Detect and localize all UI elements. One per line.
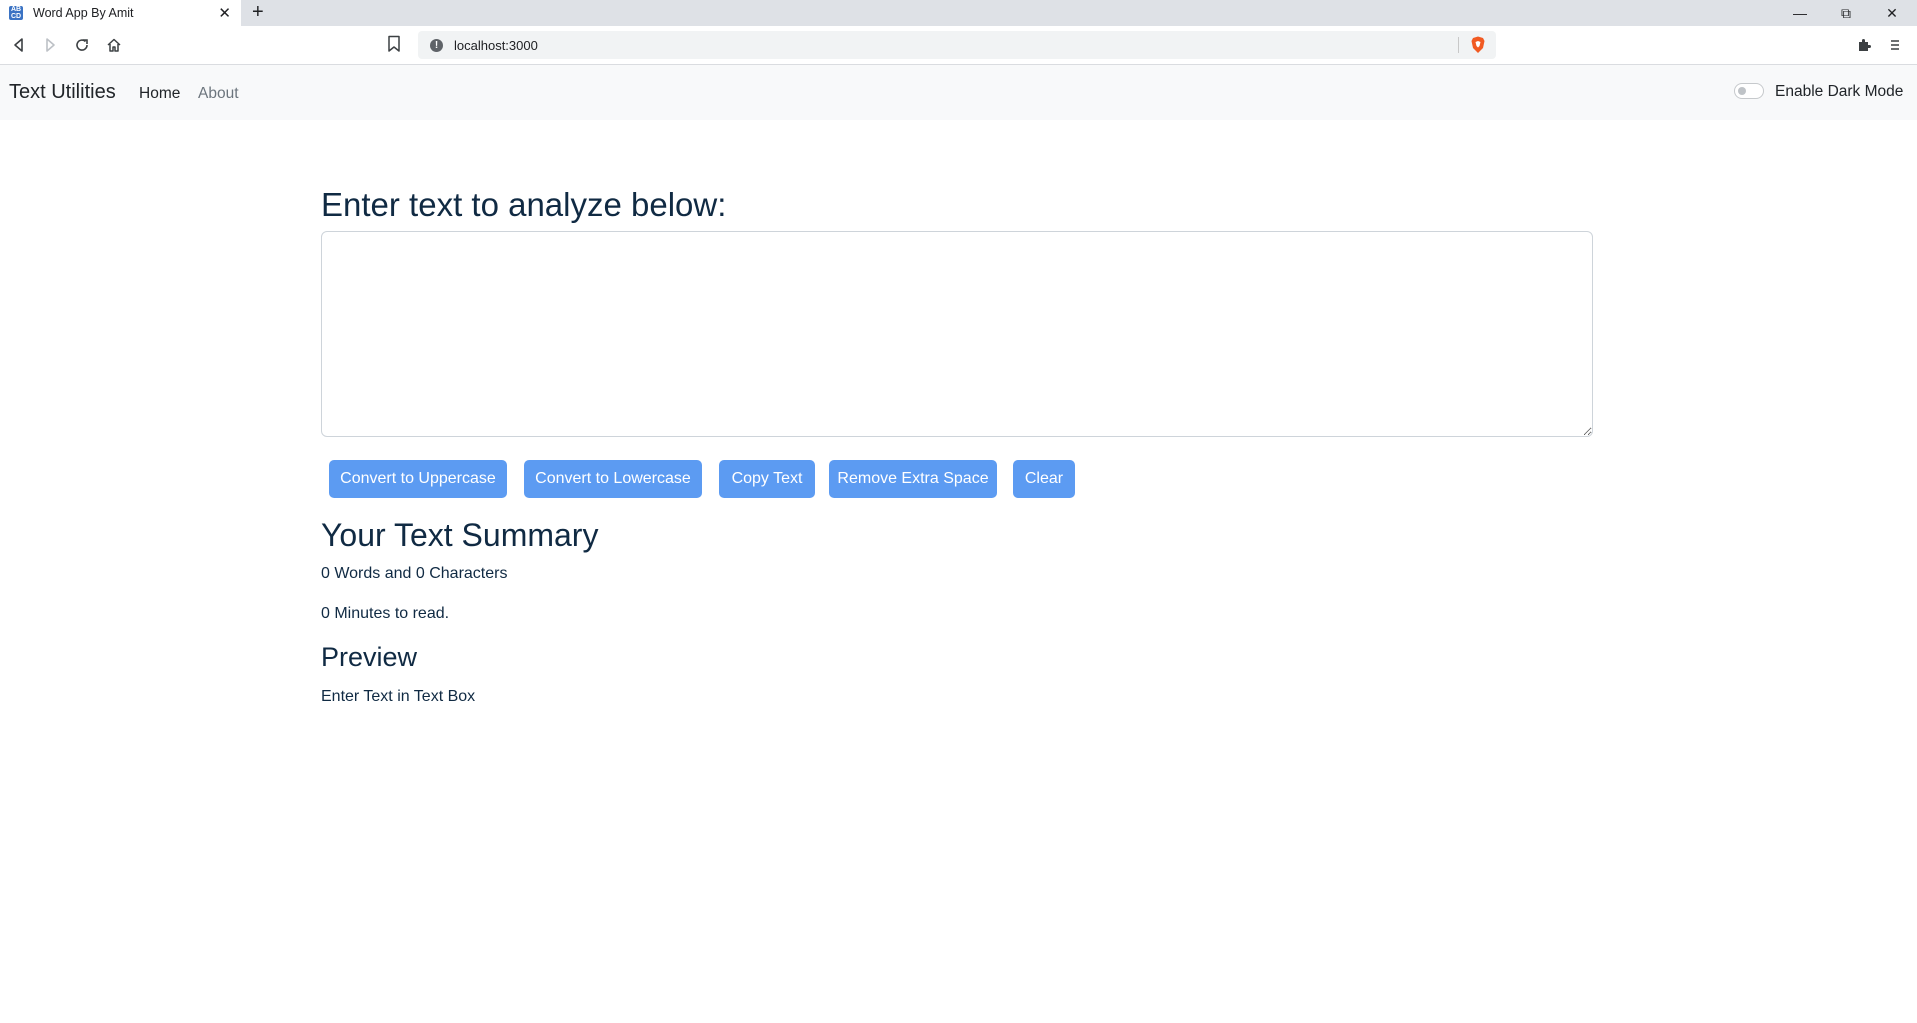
brave-shields-icon[interactable] — [1470, 36, 1486, 54]
bookmark-icon[interactable] — [386, 35, 402, 53]
omnibox-divider — [1458, 37, 1459, 53]
remove-extra-space-button[interactable]: Remove Extra Space — [829, 460, 997, 498]
nav-link-about[interactable]: About — [198, 85, 239, 103]
dark-mode-label: Enable Dark Mode — [1775, 83, 1904, 100]
read-time: 0 Minutes to read. — [321, 605, 450, 622]
forward-icon[interactable] — [39, 34, 61, 56]
word-char-count: 0 Words and 0 Characters — [321, 565, 508, 582]
site-info-icon[interactable]: ! — [430, 38, 443, 52]
reload-icon[interactable] — [71, 34, 93, 56]
close-window-icon[interactable]: ✕ — [1869, 0, 1915, 26]
extensions-icon[interactable] — [1853, 34, 1875, 56]
address-bar[interactable]: ! localhost:3000 — [418, 31, 1496, 59]
restore-icon[interactable]: ⧉ — [1823, 0, 1869, 26]
navbar-brand[interactable]: Text Utilities — [9, 81, 116, 104]
clear-button[interactable]: Clear — [1013, 460, 1075, 498]
browser-tabstrip: AB CD Word App By Amit ✕ + — ⧉ ✕ — [0, 0, 1917, 26]
browser-toolbar: ! localhost:3000 — [0, 26, 1917, 65]
tab-title: Word App By Amit — [33, 6, 134, 20]
nav-link-home[interactable]: Home — [139, 85, 180, 103]
dark-mode-toggle[interactable] — [1734, 83, 1764, 99]
browser-tab[interactable]: AB CD Word App By Amit ✕ — [0, 0, 241, 26]
toggle-knob — [1738, 87, 1746, 95]
minimize-icon[interactable]: — — [1777, 0, 1823, 26]
lowercase-button[interactable]: Convert to Lowercase — [524, 460, 702, 498]
app-favicon-icon: AB CD — [9, 6, 23, 20]
text-input-area[interactable] — [321, 231, 1593, 437]
page-heading: Enter text to analyze below: — [321, 186, 727, 223]
copy-text-button[interactable]: Copy Text — [719, 460, 815, 498]
back-icon[interactable] — [8, 34, 30, 56]
close-tab-icon[interactable]: ✕ — [218, 4, 231, 22]
app-navbar: Text Utilities Home About Enable Dark Mo… — [0, 65, 1917, 120]
home-icon[interactable] — [103, 34, 125, 56]
summary-title: Your Text Summary — [321, 517, 599, 553]
preview-text: Enter Text in Text Box — [321, 688, 476, 705]
new-tab-icon[interactable]: + — [252, 2, 264, 22]
preview-title: Preview — [321, 642, 418, 672]
menu-icon[interactable] — [1884, 34, 1906, 56]
uppercase-button[interactable]: Convert to Uppercase — [329, 460, 507, 498]
url-text: localhost:3000 — [454, 37, 538, 53]
